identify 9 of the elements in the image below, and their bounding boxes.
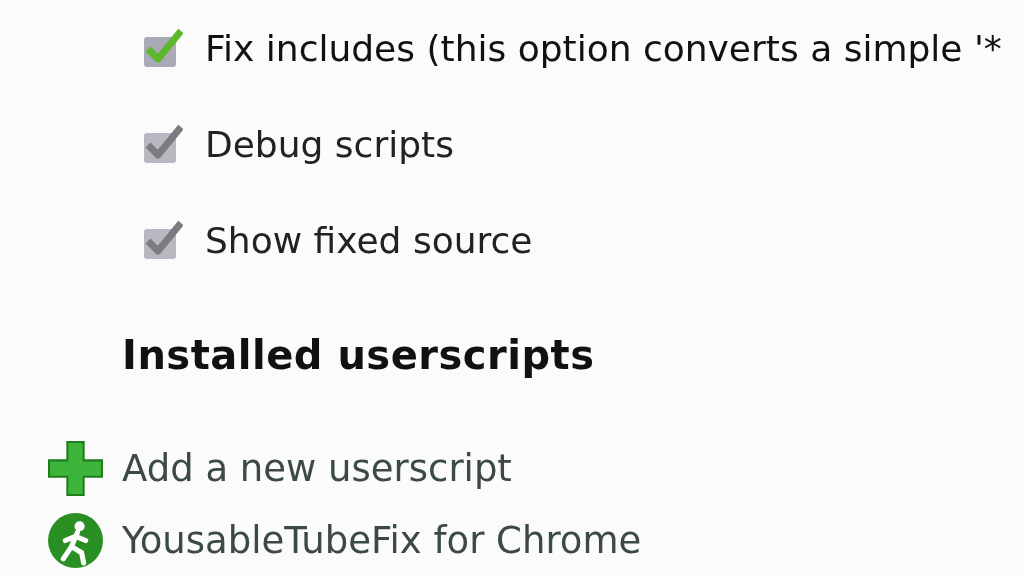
section-heading: Installed userscripts: [122, 332, 596, 378]
plus-icon: [47, 439, 104, 497]
action-link[interactable]: YousableTubeFix for Chrome: [122, 518, 642, 562]
option-label: Debug scripts: [205, 123, 454, 165]
option-label: Show fixed source: [205, 219, 533, 261]
action-link[interactable]: Add a new userscript: [122, 446, 512, 490]
option-label: Fix includes (this option converts a simple '*: [205, 27, 1002, 69]
runner-icon: [47, 511, 104, 569]
checkbox[interactable]: [143, 27, 183, 69]
